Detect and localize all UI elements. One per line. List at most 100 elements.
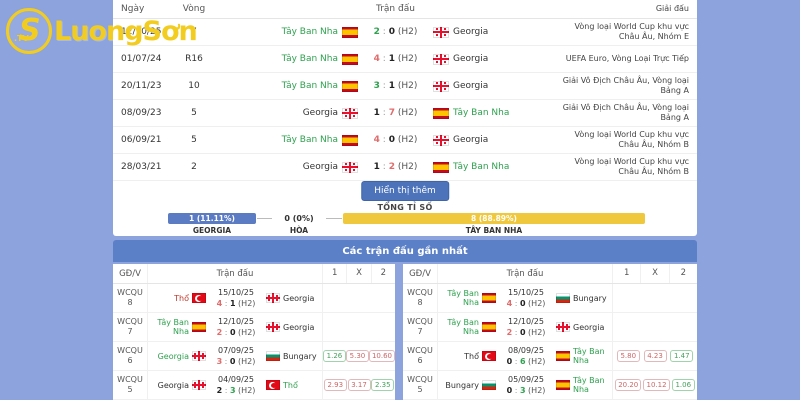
match-score: 3 : 1 (H2) <box>374 81 418 91</box>
home-team-name: Tây Ban Nha <box>447 289 479 307</box>
h2h-row[interactable]: 01/07/24 R16 Tây Ban Nha 4 : 1 (H2) Georgia U… <box>113 46 697 73</box>
score-separator: : <box>379 162 389 172</box>
recent-match-row[interactable]: WCQU 7 Tây Ban Nha 12/10/25 2 : 0 (H2) Georgi… <box>113 313 395 342</box>
half-time-suffix: (H2) <box>394 27 418 37</box>
recent-match-row[interactable]: WCQU 6 Thổ 08/09/25 0 : 6 (H2) Tây Ban Nha 5.8… <box>403 342 697 371</box>
flag-es-icon <box>556 380 570 390</box>
flag-es-icon <box>192 322 206 332</box>
flag-es-icon <box>433 107 449 119</box>
flag-ge-icon <box>433 53 449 65</box>
odds-value[interactable]: 10.12 <box>643 379 670 391</box>
odds-value[interactable]: 20.20 <box>615 379 642 391</box>
round-cell: WCQU 8 <box>403 284 438 312</box>
half-time-suffix: (H2) <box>525 386 546 395</box>
match-score: 4 : 0 (H2) <box>374 135 418 145</box>
odds-value[interactable]: 1.06 <box>671 379 695 391</box>
away-team-name: Tây Ban Nha <box>453 162 510 172</box>
draw-label: HÒA <box>289 226 309 235</box>
half-time-suffix: (H2) <box>394 54 418 64</box>
match-score: 3 : 0 (H2) <box>217 357 256 366</box>
odds-value[interactable]: 5.30 <box>345 350 369 362</box>
home-team: Georgia <box>219 161 358 173</box>
h2h-row[interactable]: 06/09/21 5 Tây Ban Nha 4 : 0 (H2) Georgia Vòn… <box>113 127 697 154</box>
h2h-row[interactable]: 12/10/25 7 Tây Ban Nha 2 : 0 (H2) Georgia Vòn… <box>113 19 697 46</box>
recent-match-row[interactable]: WCQU 8 Thổ 15/10/25 4 : 1 (H2) Georgia <box>113 284 395 313</box>
home-team-name: Georgia <box>302 162 338 172</box>
recent-table-spain: GĐ/V Trận đấu 1 X 2 WCQU 8 Tây Ban Nha 15/10/25 4… <box>403 264 697 400</box>
score-separator: : <box>512 328 520 337</box>
home-team: Georgia <box>148 351 206 361</box>
home-team-name: Tây Ban Nha <box>281 135 338 145</box>
recent-match-row[interactable]: WCQU 5 Georgia 04/09/25 2 : 3 (H2) Thổ 2.93 3.1… <box>113 371 395 400</box>
away-team-name: Thổ <box>283 380 298 390</box>
odds-value[interactable]: 3.17 <box>347 379 371 391</box>
header-odd-x: X <box>346 264 370 283</box>
round-cell: WCQU 6 <box>403 342 438 370</box>
match-score: 4 : 1 (H2) <box>374 54 418 64</box>
recent-match-row[interactable]: WCQU 8 Tây Ban Nha 15/10/25 4 : 0 (H2) Bungar… <box>403 284 697 313</box>
recent-match-row[interactable]: WCQU 6 Georgia 07/09/25 3 : 0 (H2) Bungary 1.2… <box>113 342 395 371</box>
logo-text: LuongSơn <box>54 15 198 47</box>
score-cell: 2 : 0 (H2) <box>358 27 433 37</box>
score-separator: : <box>379 27 389 37</box>
date-score-cell: 12/10/25 2 : 0 (H2) <box>206 316 266 338</box>
home-team: Tây Ban Nha <box>219 80 358 92</box>
odds-value[interactable]: 4.23 <box>643 350 667 362</box>
show-more-button[interactable]: Hiển thị thêm <box>361 181 449 201</box>
flag-es-icon <box>342 80 358 92</box>
match-date: 08/09/23 <box>121 108 162 118</box>
home-team: Tây Ban Nha <box>219 26 358 38</box>
odds-value[interactable]: 2.93 <box>323 379 347 391</box>
competition-code: WCQU <box>117 288 143 297</box>
recent-match-row[interactable]: WCQU 7 Tây Ban Nha 12/10/25 2 : 0 (H2) Georgi… <box>403 313 697 342</box>
score-separator: : <box>222 357 230 366</box>
score-separator: : <box>379 108 389 118</box>
round-number: 8 <box>127 298 133 307</box>
away-team: Georgia <box>266 293 322 303</box>
score-separator: : <box>512 386 520 395</box>
odds-value[interactable]: 1.26 <box>322 350 346 362</box>
round-number: 7 <box>127 327 133 336</box>
odds-value[interactable]: 5.80 <box>616 350 640 362</box>
flag-ge-icon <box>556 322 570 332</box>
h2h-row[interactable]: 20/11/23 10 Tây Ban Nha 3 : 1 (H2) Georgia Gi… <box>113 73 697 100</box>
flag-ge-icon <box>433 26 449 38</box>
flag-bg-icon <box>482 380 496 390</box>
odds-value[interactable]: 10.60 <box>368 350 395 362</box>
match-score: 4 : 0 (H2) <box>507 299 546 308</box>
h2h-row[interactable]: 08/09/23 5 Georgia 1 : 7 (H2) Tây Ban Nha Giả… <box>113 100 697 127</box>
recent-matches-header: Các trận đấu gần nhất <box>113 240 697 262</box>
away-team: Tây Ban Nha <box>433 161 553 173</box>
competition-code: WCQU <box>407 375 433 384</box>
odds-cell: 2.93 3.17 2.35 <box>322 371 395 399</box>
match-date: 04/09/25 <box>218 375 254 384</box>
odds-cell <box>612 313 697 341</box>
half-time-suffix: (H2) <box>394 108 418 118</box>
flag-ge-icon <box>191 351 206 361</box>
away-team: Tây Ban Nha <box>556 347 612 365</box>
match-round: R16 <box>185 54 203 64</box>
home-team-name: Tây Ban Nha <box>281 54 338 64</box>
site-logo[interactable]: S .TV LuongSơn <box>6 8 198 54</box>
home-team-name: Tây Ban Nha <box>447 318 479 336</box>
score-separator: : <box>222 299 230 308</box>
flag-ge-icon <box>192 380 206 390</box>
away-team: Tây Ban Nha <box>556 376 612 394</box>
recent-table-header: GĐ/V Trận đấu 1 X 2 <box>113 264 395 284</box>
header-competition: Giải đấu <box>655 3 689 13</box>
match-date: 15/10/25 <box>218 288 254 297</box>
match-round: 5 <box>191 108 197 118</box>
half-time-suffix: (H2) <box>394 135 418 145</box>
header-match: Trận đấu <box>376 4 415 14</box>
away-team: Georgia <box>556 322 612 332</box>
recent-match-row[interactable]: WCQU 5 Bungary 05/09/25 0 : 3 (H2) Tây Ban Nh… <box>403 371 697 400</box>
h2h-row[interactable]: 28/03/21 2 Georgia 1 : 2 (H2) Tây Ban Nha Vòn… <box>113 154 697 181</box>
odds-value[interactable]: 1.47 <box>670 350 694 362</box>
round-number: 8 <box>417 298 423 307</box>
home-team: Bungary <box>438 380 496 390</box>
summary-bar: 1 (11.11%) 0 (0%) 8 (88.89%) <box>113 213 697 224</box>
score-cell: 4 : 0 (H2) <box>358 135 433 145</box>
home-team-name: Thổ <box>174 293 189 303</box>
round-cell: WCQU 5 <box>113 371 148 399</box>
odds-value[interactable]: 2.35 <box>371 379 395 391</box>
